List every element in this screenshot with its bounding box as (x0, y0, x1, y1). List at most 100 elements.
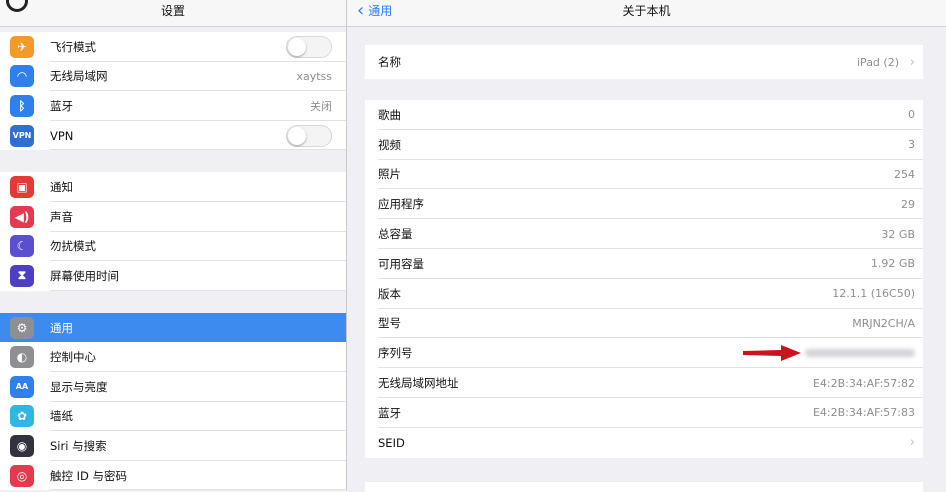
row-label: 型号 (378, 316, 401, 331)
icon-glyph: ◀) (14, 209, 30, 224)
icon-glyph: ⚙ (16, 320, 28, 335)
about-detail-pane: ‹ 通用 关于本机 名称 iPad (2) › 歌曲 0 视频 3 照片 254 应用程序 2… (347, 0, 946, 492)
sidebar-item-label: 勿扰模式 (50, 239, 96, 254)
row-label: 版本 (378, 286, 401, 301)
about-row: 总容量 32 GB (365, 219, 923, 249)
wifi-icon: ◠ (10, 65, 34, 88)
airplane-icon: ✈ (10, 35, 34, 58)
icon-glyph: ✈ (16, 39, 28, 54)
row-label: 歌曲 (378, 107, 401, 122)
sidebar-item[interactable]: ☾ 勿扰模式 (0, 232, 346, 262)
row-label: 视频 (378, 137, 401, 152)
sidebar-header: 设置 (0, 0, 346, 27)
icon-glyph: ◎ (16, 468, 28, 483)
wallpaper-icon: ✿ (10, 405, 34, 428)
red-arrow-annotation (743, 345, 801, 362)
row-separator (50, 289, 346, 291)
icon-glyph: ☾ (16, 239, 28, 254)
siri-icon: ◉ (10, 434, 34, 457)
toggle-knob (288, 126, 306, 145)
about-row: 照片 254 (365, 160, 923, 190)
row-value: 254 (894, 167, 915, 181)
row-value: 29 (901, 197, 915, 211)
icon-glyph: ▣ (16, 180, 28, 195)
chevron-right-icon: › (909, 435, 915, 451)
speaker-icon: ◀) (10, 205, 34, 228)
icon-glyph: ◠ (17, 69, 27, 84)
info-card: 歌曲 0 视频 3 照片 254 应用程序 29 总容量 32 GB 可用容量 1.92 GB 版本 12… (365, 100, 923, 458)
name-card: 名称 iPad (2) › (365, 45, 923, 79)
icon-glyph: VPN (12, 131, 32, 141)
sidebar-item-label: Siri 与搜索 (50, 438, 107, 453)
redacted-serial-value (805, 349, 915, 358)
sidebar-item-label: 飞行模式 (50, 39, 96, 54)
row-label: 蓝牙 (378, 405, 401, 420)
hourglass-icon: ⧗ (10, 264, 34, 287)
about-row: 型号 MRJN2CH/A (365, 309, 923, 339)
display-icon: AA (10, 375, 34, 398)
row-label: 序列号 (378, 346, 413, 361)
settings-sidebar: 设置 ✈ 飞行模式 ◠ 无线局域网 xaytss ᛒ 蓝牙 关闭 VPN VPN ▣ 通知 ◀) 声音 ☾ 勿… (0, 0, 347, 490)
sidebar-title: 设置 (160, 4, 185, 18)
sidebar-item-label: 通用 (50, 320, 73, 335)
icon-glyph: ✿ (16, 409, 28, 424)
sidebar-item[interactable]: AA 显示与亮度 (0, 372, 346, 402)
about-row-name[interactable]: 名称 iPad (2) › (365, 45, 923, 79)
icon-glyph: ◉ (16, 438, 28, 453)
row-label: 照片 (378, 167, 401, 182)
about-row: 版本 12.1.1 (16C50) (365, 279, 923, 309)
sidebar-item[interactable]: ✈ 飞行模式 (0, 32, 346, 62)
settings-group: ⚙ 通用 ◐ 控制中心 AA 显示与亮度 ✿ 墙纸 ◉ Siri 与搜索 ◎ 触控 ID 与密码 (0, 312, 346, 490)
row-label: SEID (378, 435, 405, 450)
settings-group: ✈ 飞行模式 ◠ 无线局域网 xaytss ᛒ 蓝牙 关闭 VPN VPN (0, 32, 346, 151)
row-value: 0 (908, 108, 915, 122)
sidebar-item[interactable]: ◉ Siri 与搜索 (0, 431, 346, 461)
sidebar-item[interactable]: ◠ 无线局域网 xaytss (0, 62, 346, 92)
sidebar-item[interactable]: ◀) 声音 (0, 202, 346, 232)
ipad-settings-screen: 设置 ✈ 飞行模式 ◠ 无线局域网 xaytss ᛒ 蓝牙 关闭 VPN VPN ▣ 通知 ◀) 声音 ☾ 勿… (0, 0, 946, 492)
about-row: 蓝牙 E4:2B:34:AF:57:83 (365, 398, 923, 428)
about-row: 歌曲 0 (365, 100, 923, 130)
chevron-right-icon: › (909, 54, 915, 70)
next-card (365, 482, 923, 492)
sidebar-item[interactable]: ▣ 通知 (0, 172, 346, 202)
group-gap (0, 290, 346, 313)
toggle-switch[interactable] (286, 124, 332, 147)
sidebar-item[interactable]: ⚙ 通用 (0, 312, 346, 343)
sidebar-item[interactable]: ◎ 触控 ID 与密码 (0, 461, 346, 490)
page-title: 关于本机 (622, 4, 671, 18)
toggle-switch[interactable] (286, 35, 332, 58)
row-value: 1.92 GB (870, 257, 915, 271)
vpn-icon: VPN (10, 124, 34, 147)
sidebar-item[interactable]: ✿ 墙纸 (0, 402, 346, 432)
about-row: 序列号 (365, 338, 923, 369)
moon-icon: ☾ (10, 235, 34, 258)
row-value: MRJN2CH/A (852, 316, 915, 330)
sidebar-item-value: xaytss (296, 69, 332, 83)
row-value: iPad (2) (857, 55, 899, 69)
icon-glyph: ᛒ (18, 98, 26, 113)
sidebar-item[interactable]: VPN VPN (0, 121, 346, 151)
about-row: 可用容量 1.92 GB (365, 249, 923, 279)
about-row: 应用程序 29 (365, 189, 923, 220)
about-row: 无线局域网地址 E4:2B:34:AF:57:82 (365, 368, 923, 398)
sidebar-groups: ✈ 飞行模式 ◠ 无线局域网 xaytss ᛒ 蓝牙 关闭 VPN VPN ▣ 通知 ◀) 声音 ☾ 勿扰模式… (0, 32, 346, 490)
row-label: 名称 (378, 55, 401, 69)
about-row[interactable]: SEID › (365, 428, 923, 458)
gear-icon: ⚙ (10, 316, 34, 339)
row-value: 3 (908, 138, 915, 152)
sidebar-item-label: 触控 ID 与密码 (50, 468, 128, 483)
row-value: 32 GB (881, 227, 915, 241)
about-row: 视频 3 (365, 130, 923, 160)
row-label: 总容量 (378, 227, 413, 242)
sidebar-item[interactable]: ⧗ 屏幕使用时间 (0, 261, 346, 291)
row-label: 可用容量 (378, 256, 424, 271)
sidebar-item-label: 声音 (50, 209, 73, 224)
sidebar-item[interactable]: ◐ 控制中心 (0, 342, 346, 372)
sidebar-item-label: VPN (50, 128, 74, 143)
sidebar-item[interactable]: ᛒ 蓝牙 关闭 (0, 91, 346, 121)
group-gap (0, 150, 346, 173)
row-label: 应用程序 (378, 197, 424, 212)
row-label: 无线局域网地址 (378, 376, 459, 391)
row-separator (50, 149, 346, 151)
